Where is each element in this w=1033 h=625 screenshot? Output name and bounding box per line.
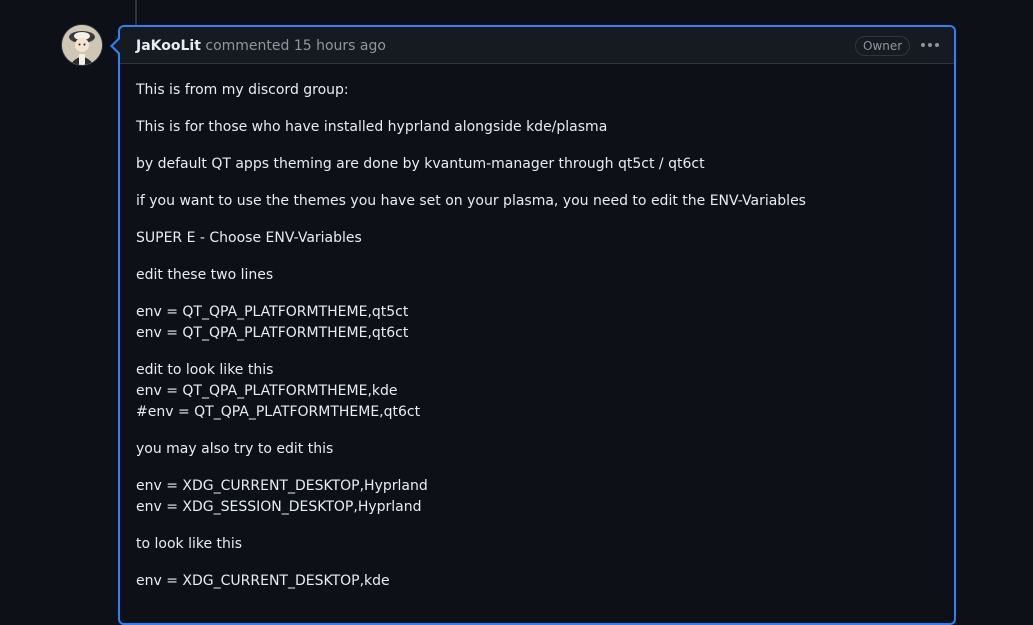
- author-link[interactable]: JaKooLit: [136, 38, 201, 54]
- comment-line: if you want to use the themes you have s…: [136, 193, 806, 209]
- comment-paragraph: env = XDG_CURRENT_DESKTOP,Hyprlandenv = …: [136, 476, 938, 518]
- avatar-image: [62, 25, 102, 65]
- comment-line: by default QT apps theming are done by k…: [136, 156, 705, 172]
- comment-line: env = QT_QPA_PLATFORMTHEME,qt5ct: [136, 304, 409, 320]
- comment-paragraph: SUPER E - Choose ENV-Variables: [136, 228, 938, 249]
- comment-line: This is for those who have installed hyp…: [136, 119, 608, 135]
- kebab-horizontal-icon: [921, 43, 925, 47]
- comment-line: SUPER E - Choose ENV-Variables: [136, 230, 362, 246]
- comment-line: #env = QT_QPA_PLATFORMTHEME,qt6ct: [136, 404, 421, 420]
- comment-line: env = QT_QPA_PLATFORMTHEME,qt6ct: [136, 325, 409, 341]
- comment-paragraph: you may also try to edit this: [136, 439, 938, 460]
- comment-paragraph: env = QT_QPA_PLATFORMTHEME,qt5ctenv = QT…: [136, 302, 938, 344]
- comment-header: JaKooLit commented 15 hours ago Owner: [120, 27, 954, 64]
- comment-action: commented: [205, 38, 290, 54]
- comment-line: to look like this: [136, 536, 243, 552]
- comment-paragraph: by default QT apps theming are done by k…: [136, 154, 938, 175]
- comment-paragraph: to look like this: [136, 534, 938, 555]
- comment-body: This is from my discord group: This is fo…: [120, 64, 954, 592]
- timeline-line: [135, 0, 137, 27]
- comment-paragraph: edit to look like this env = QT_QPA_PLATF…: [136, 360, 938, 423]
- comment-line: env = XDG_CURRENT_DESKTOP,Hyprland: [136, 478, 428, 494]
- comment-paragraph: This is from my discord group:: [136, 80, 938, 101]
- owner-badge: Owner: [855, 36, 911, 56]
- comment-line: env = XDG_CURRENT_DESKTOP,kde: [136, 573, 390, 589]
- comment-line: env = XDG_SESSION_DESKTOP,Hyprland: [136, 499, 422, 515]
- comment-paragraph: if you want to use the themes you have s…: [136, 191, 938, 212]
- comment-line: edit these two lines: [136, 267, 274, 283]
- author-avatar[interactable]: [62, 25, 102, 65]
- comment-paragraph: edit these two lines: [136, 265, 938, 286]
- comment-box: JaKooLit commented 15 hours ago Owner Th…: [110, 25, 956, 625]
- comment-line: you may also try to edit this: [136, 441, 334, 457]
- comment-line: edit to look like this: [136, 362, 274, 378]
- comment-meta: JaKooLit commented 15 hours ago: [136, 37, 386, 55]
- comment-paragraph: env = XDG_CURRENT_DESKTOP,kde: [136, 571, 938, 592]
- comment-line: env = QT_QPA_PLATFORMTHEME,kde: [136, 383, 398, 399]
- comment-paragraph: This is for those who have installed hyp…: [136, 117, 938, 138]
- comment-timestamp[interactable]: 15 hours ago: [294, 38, 386, 54]
- comment-line: This is from my discord group:: [136, 82, 349, 98]
- more-options-button[interactable]: [920, 36, 940, 54]
